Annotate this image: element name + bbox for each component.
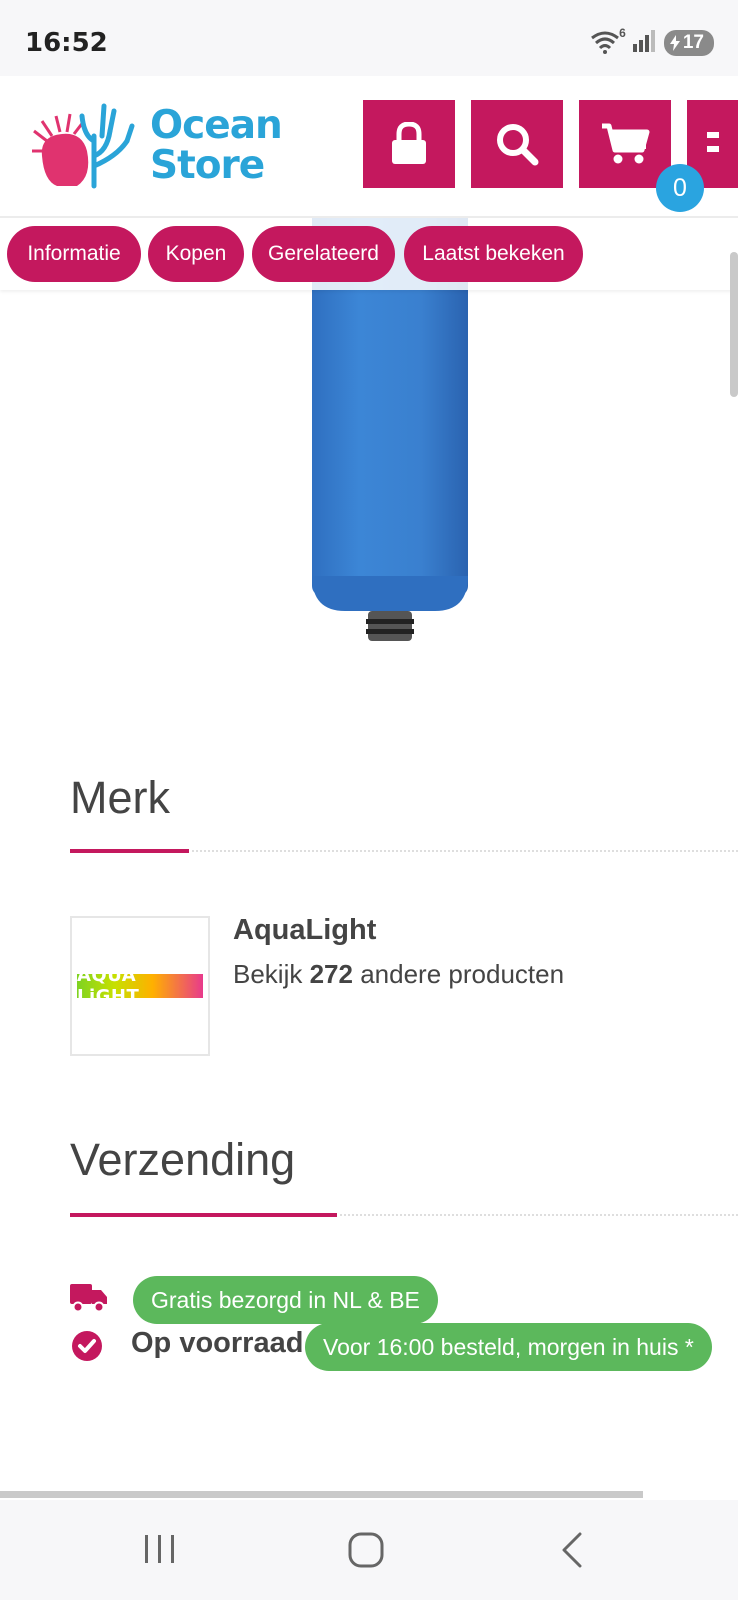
vertical-scrollbar[interactable] bbox=[730, 252, 738, 397]
divider bbox=[192, 850, 738, 852]
search-button[interactable] bbox=[471, 100, 563, 188]
brand-product-count: 272 bbox=[309, 959, 353, 989]
status-time: 16:52 bbox=[25, 28, 108, 58]
tab-informatie[interactable]: Informatie bbox=[7, 226, 141, 282]
account-button[interactable] bbox=[363, 100, 455, 188]
brand-link-suffix: andere producten bbox=[360, 959, 565, 989]
back-icon[interactable] bbox=[560, 1532, 584, 1573]
horizontal-scrollbar[interactable] bbox=[0, 1491, 643, 1498]
site-header: Ocean Store 0 bbox=[0, 76, 738, 218]
divider bbox=[340, 1214, 738, 1216]
store-logo[interactable]: Ocean Store bbox=[32, 96, 283, 196]
status-icons: 6 17 bbox=[590, 26, 714, 57]
tab-kopen[interactable]: Kopen bbox=[148, 226, 244, 282]
brand-section-title: Merk bbox=[70, 772, 170, 823]
logo-text: Ocean Store bbox=[150, 103, 283, 188]
delivery-promise-badge: Voor 16:00 besteld, morgen in huis * bbox=[305, 1323, 712, 1371]
menu-icon bbox=[707, 132, 719, 152]
battery-charging-icon: 17 bbox=[663, 29, 714, 56]
tab-laatst-bekeken[interactable]: Laatst bekeken bbox=[404, 226, 583, 282]
wifi-label: 6 bbox=[619, 25, 626, 40]
cart-count-badge: 0 bbox=[656, 164, 704, 212]
brand-link-prefix: Bekijk bbox=[233, 959, 303, 989]
brand-title-underline bbox=[70, 849, 189, 853]
brand-name[interactable]: AquaLight bbox=[233, 914, 376, 947]
logo-line-2: Store bbox=[150, 143, 265, 188]
signal-icon bbox=[632, 28, 656, 57]
brand-logo: AQUA LiGHT bbox=[77, 965, 203, 1007]
delivery-truck-icon bbox=[70, 1282, 108, 1317]
page: 16:52 6 17 Ocean Store 0 Informatie Kope… bbox=[0, 0, 738, 1600]
product-tabs: Informatie Kopen Gerelateerd Laatst beke… bbox=[0, 218, 738, 290]
wifi-icon: 6 bbox=[590, 26, 626, 56]
status-bar: 16:52 6 17 bbox=[0, 0, 738, 76]
home-icon[interactable] bbox=[348, 1532, 384, 1573]
brand-logo-box[interactable]: AQUA LiGHT bbox=[70, 916, 210, 1056]
shipping-title-underline bbox=[70, 1213, 337, 1217]
stock-status: Op voorraad bbox=[131, 1327, 304, 1359]
shipping-section-title: Verzending bbox=[70, 1134, 296, 1185]
search-icon bbox=[497, 124, 539, 166]
lock-icon bbox=[392, 122, 426, 164]
free-delivery-badge: Gratis bezorgd in NL & BE bbox=[133, 1276, 438, 1324]
logo-line-1: Ocean bbox=[150, 103, 283, 148]
cart-button[interactable] bbox=[579, 100, 671, 188]
cart-icon bbox=[602, 123, 650, 164]
recent-apps-icon[interactable] bbox=[143, 1532, 177, 1571]
android-nav-bar bbox=[0, 1500, 738, 1600]
battery-level: 17 bbox=[682, 31, 704, 53]
brand-products-link[interactable]: Bekijk 272 andere producten bbox=[233, 959, 564, 990]
check-circle-icon bbox=[71, 1330, 103, 1367]
coral-logo-icon bbox=[32, 103, 135, 189]
tab-gerelateerd[interactable]: Gerelateerd bbox=[252, 226, 395, 282]
